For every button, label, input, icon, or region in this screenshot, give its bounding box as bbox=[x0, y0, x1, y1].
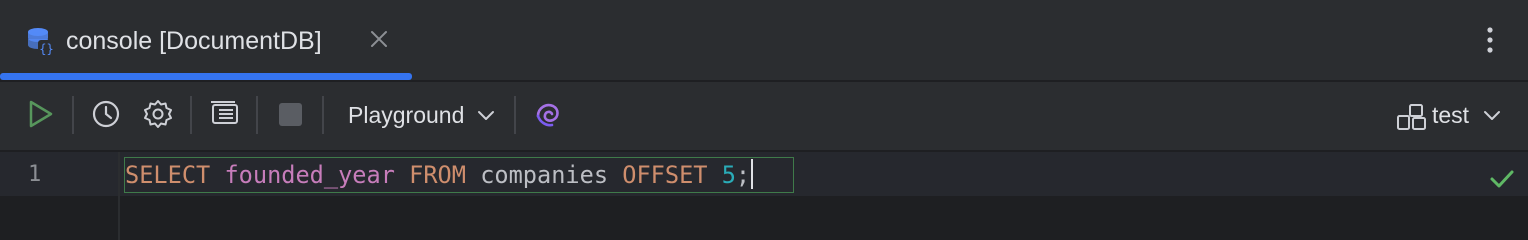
stop-button[interactable] bbox=[272, 96, 308, 132]
text-caret bbox=[751, 159, 754, 189]
active-tab-indicator bbox=[0, 73, 412, 80]
ai-assistant-icon bbox=[536, 103, 559, 127]
keyword-token: FROM bbox=[409, 161, 466, 189]
output-layout-icon bbox=[211, 101, 238, 124]
output-layout-button[interactable] bbox=[206, 96, 242, 132]
datasource-selector[interactable]: test bbox=[1432, 100, 1469, 130]
tab-title: console [DocumentDB] bbox=[66, 27, 322, 55]
database-console-icon: {} bbox=[28, 28, 55, 57]
mode-dropdown[interactable]: Playground bbox=[348, 100, 464, 130]
history-button[interactable] bbox=[88, 96, 124, 132]
more-options-icon[interactable] bbox=[1478, 24, 1502, 56]
ai-assistant-button[interactable] bbox=[530, 96, 566, 132]
keyword-token: SELECT bbox=[125, 161, 211, 189]
datasource-icon[interactable] bbox=[1396, 102, 1428, 132]
chevron-down-icon[interactable] bbox=[476, 108, 496, 124]
toolbar-separator bbox=[514, 96, 516, 134]
semicolon-token: ; bbox=[735, 161, 751, 189]
console-toolbar: Playground test bbox=[0, 82, 1528, 150]
toolbar-separator bbox=[72, 96, 74, 134]
settings-button[interactable] bbox=[140, 96, 176, 132]
table-token: companies bbox=[480, 161, 609, 189]
settings-icon bbox=[144, 100, 172, 128]
column-token: founded_year bbox=[224, 161, 395, 189]
checkmark-icon bbox=[1490, 170, 1514, 188]
history-icon bbox=[92, 100, 120, 128]
gutter-divider bbox=[118, 152, 120, 240]
run-icon bbox=[29, 100, 53, 128]
keyword-token: OFFSET bbox=[622, 161, 708, 189]
chevron-down-icon[interactable] bbox=[1482, 108, 1502, 124]
code-line[interactable]: SELECT founded_year FROM companies OFFSE… bbox=[125, 159, 754, 191]
toolbar-separator bbox=[256, 96, 258, 134]
tab-console[interactable]: {} console [DocumentDB] bbox=[0, 0, 412, 80]
editor-tab-bar: {} console [DocumentDB] bbox=[0, 0, 1528, 80]
svg-text:{}: {} bbox=[39, 42, 53, 56]
toolbar-separator bbox=[322, 96, 324, 134]
query-editor[interactable]: 1 SELECT founded_year FROM companies OFF… bbox=[0, 152, 1528, 240]
stop-icon bbox=[279, 103, 302, 126]
run-button[interactable] bbox=[22, 96, 58, 132]
number-token: 5 bbox=[721, 161, 736, 189]
toolbar-separator bbox=[190, 96, 192, 134]
line-number: 1 bbox=[28, 162, 42, 187]
close-icon[interactable] bbox=[368, 28, 390, 50]
